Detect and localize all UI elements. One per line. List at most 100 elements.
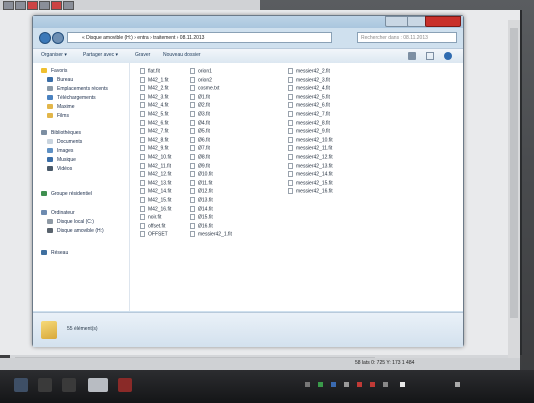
file-item[interactable]: Ø10.fit [190, 171, 213, 178]
file-item[interactable]: M42_11.fit [140, 162, 171, 170]
file-item[interactable]: messier42_2.fit [288, 68, 330, 75]
file-item[interactable]: orion2 [190, 76, 212, 84]
file-item[interactable]: Ø13.fit [190, 197, 213, 204]
file-item[interactable]: M42_12.fit [140, 171, 171, 178]
nav-removable-disk[interactable]: Disque amovible (H:) [47, 228, 104, 234]
file-item[interactable]: messier42_16.fit [288, 188, 333, 195]
nav-desktop[interactable]: Bureau [47, 77, 73, 83]
back-arrow-icon[interactable] [39, 32, 51, 44]
file-item[interactable]: messier42_3.fit [288, 76, 330, 84]
nav-videos[interactable]: Vidéos [47, 166, 72, 172]
file-item[interactable]: Ø2.fit [190, 102, 210, 109]
file-item[interactable]: messier42_5.fit [288, 93, 330, 101]
nav-libraries[interactable]: Bibliothèques [41, 130, 81, 136]
nav-computer[interactable]: Ordinateur [41, 210, 75, 216]
nav-home[interactable]: Maxime [47, 104, 75, 110]
nav-network[interactable]: Réseau [41, 250, 68, 256]
tray-icon[interactable] [305, 382, 310, 387]
file-item[interactable]: M42_7.fit [140, 128, 169, 135]
minimize-button[interactable] [385, 16, 409, 27]
search-input[interactable]: Rechercher dans : 08.11.2013 [357, 32, 457, 43]
file-item[interactable]: messier42_11.fit [288, 145, 332, 152]
toolbar-icon[interactable] [27, 1, 38, 10]
file-item[interactable]: flat.fit [140, 68, 160, 75]
file-item[interactable]: messier42_1.fit [190, 231, 232, 238]
forward-arrow-icon[interactable] [52, 32, 64, 44]
organize-button[interactable]: Organiser ▾ [41, 52, 67, 58]
file-item[interactable]: M42_8.fit [140, 136, 169, 144]
nav-documents[interactable]: Documents [47, 139, 82, 145]
file-item[interactable]: M42_2.fit [140, 85, 169, 92]
file-item[interactable]: messier42_13.fit [288, 162, 333, 170]
tray-icon[interactable] [344, 382, 349, 387]
file-item[interactable]: M42_3.fit [140, 93, 169, 101]
toolbar-icon[interactable] [63, 1, 74, 10]
view-options-icon[interactable] [408, 52, 416, 60]
file-item[interactable]: noir.fit [140, 214, 161, 221]
nav-films[interactable]: Films [47, 113, 69, 119]
nav-favorites[interactable]: Favoris [41, 68, 67, 74]
file-item[interactable]: Ø12.fit [190, 188, 213, 195]
vertical-scrollbar[interactable] [508, 20, 520, 365]
tray-icon[interactable] [370, 382, 375, 387]
taskbar-app-icon[interactable] [62, 378, 76, 392]
file-item[interactable]: messier42_9.fit [288, 128, 330, 135]
file-item[interactable]: M42_9.fit [140, 145, 169, 152]
burn-button[interactable]: Graver [135, 52, 150, 58]
tray-icon[interactable] [331, 382, 336, 387]
file-item[interactable]: M42_4.fit [140, 102, 169, 109]
speaker-icon[interactable] [455, 382, 460, 387]
title-bar[interactable] [33, 16, 463, 28]
file-item[interactable]: Ø8.fit [190, 154, 210, 161]
file-item[interactable]: messier42_12.fit [288, 154, 333, 161]
preview-pane-icon[interactable] [426, 52, 434, 60]
file-item[interactable]: M42_10.fit [140, 154, 171, 161]
file-item[interactable]: Ø1.fit [190, 93, 210, 101]
file-item[interactable]: messier42_4.fit [288, 85, 330, 92]
file-item[interactable]: M42_15.fit [140, 197, 171, 204]
nav-local-disk[interactable]: Disque local (C:) [47, 219, 94, 225]
tray-icon[interactable] [318, 382, 323, 387]
taskbar-app-icon[interactable] [38, 378, 52, 392]
file-item[interactable]: messier42_14.fit [288, 171, 333, 178]
toolbar-icon[interactable] [3, 1, 14, 10]
file-item[interactable]: Ø5.fit [190, 128, 210, 135]
file-item[interactable]: cosme.txt [190, 85, 219, 92]
start-button[interactable] [14, 378, 28, 392]
nav-images[interactable]: Images [47, 148, 73, 154]
file-item[interactable]: offset.fit [140, 222, 165, 230]
maximize-button[interactable] [407, 16, 427, 27]
help-icon[interactable] [444, 52, 452, 60]
file-item[interactable]: M42_14.fit [140, 188, 171, 195]
file-item[interactable]: Ø14.fit [190, 205, 213, 213]
file-item[interactable]: M42_6.fit [140, 119, 169, 127]
file-item[interactable]: messier42_15.fit [288, 179, 333, 187]
nav-recent[interactable]: Emplacements récents [47, 86, 108, 92]
file-item[interactable]: Ø16.fit [190, 222, 213, 230]
file-item[interactable]: orion1 [190, 68, 212, 75]
file-item[interactable]: Ø4.fit [190, 119, 210, 127]
toolbar-icon[interactable] [39, 1, 50, 10]
file-item[interactable]: OFFSET [140, 231, 168, 238]
tray-icon[interactable] [383, 382, 388, 387]
taskbar-explorer-icon[interactable] [88, 378, 108, 392]
file-item[interactable]: Ø6.fit [190, 136, 210, 144]
file-item[interactable]: Ø15.fit [190, 214, 213, 221]
file-item[interactable]: M42_1.fit [140, 76, 169, 84]
taskbar-app-icon[interactable] [118, 378, 132, 392]
file-item[interactable]: M42_16.fit [140, 205, 171, 213]
file-item[interactable]: messier42_7.fit [288, 111, 330, 118]
file-item[interactable]: Ø3.fit [190, 111, 210, 118]
nav-music[interactable]: Musique [47, 157, 76, 163]
file-item[interactable]: messier42_8.fit [288, 119, 330, 127]
tray-icon[interactable] [357, 382, 362, 387]
close-button[interactable] [425, 16, 461, 27]
address-bar[interactable]: « Disque amovible (H:) › entra › traitem… [67, 32, 332, 43]
file-item[interactable]: M42_13.fit [140, 179, 171, 187]
file-item[interactable]: messier42_10.fit [288, 136, 333, 144]
file-item[interactable]: Ø9.fit [190, 162, 210, 170]
toolbar-icon[interactable] [15, 1, 26, 10]
file-item[interactable]: M42_5.fit [140, 111, 169, 118]
scroll-thumb[interactable] [510, 28, 518, 318]
share-button[interactable]: Partager avec ▾ [83, 52, 118, 58]
